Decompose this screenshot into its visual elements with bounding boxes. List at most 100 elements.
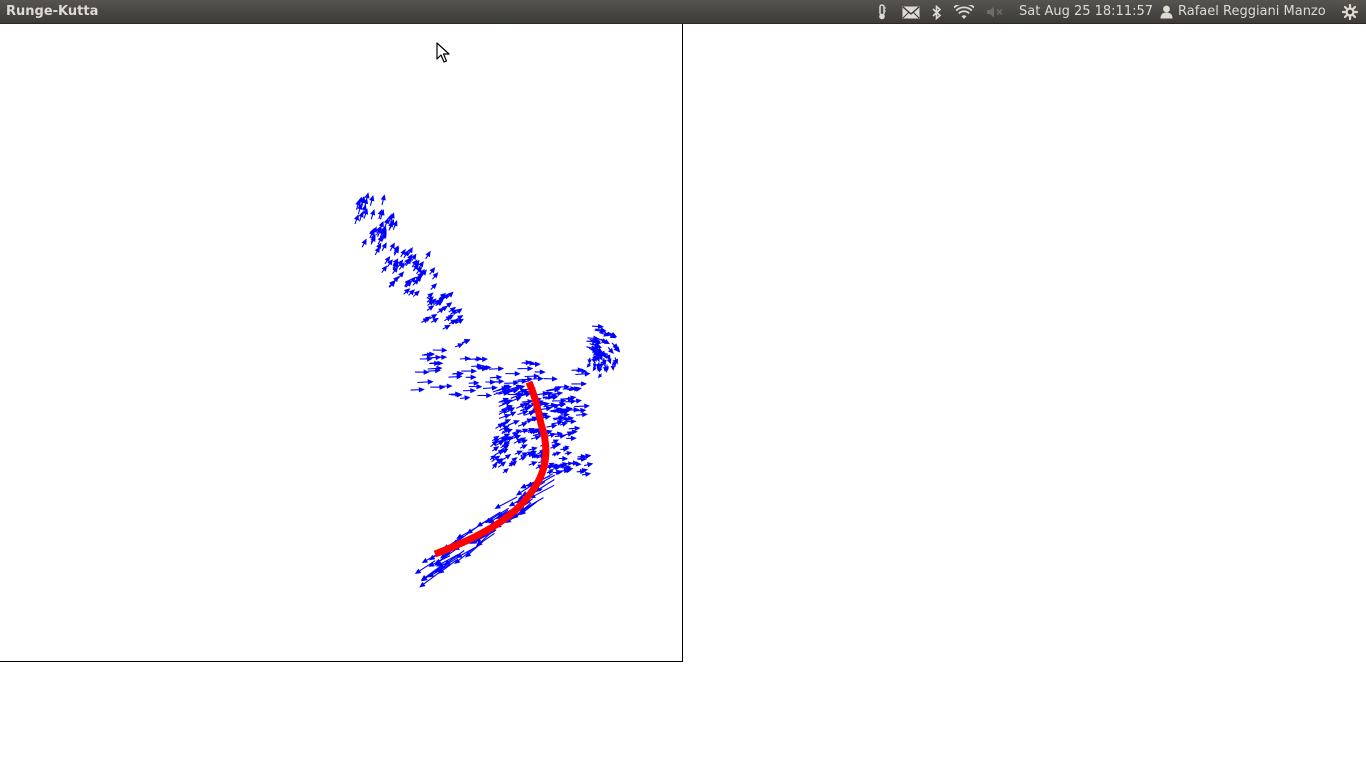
vector-arrow [494, 496, 518, 509]
vector-arrow [586, 363, 591, 368]
vector-arrow [534, 369, 546, 375]
vector-arrow [465, 374, 477, 380]
vector-arrow [524, 373, 540, 379]
vector-arrow [461, 368, 478, 374]
vector-arrow [592, 361, 597, 369]
vector-arrow [530, 435, 542, 441]
vector-arrow [436, 307, 445, 314]
vector-arrow [363, 208, 369, 219]
vector-arrow [426, 305, 435, 311]
vector-arrow [412, 290, 420, 297]
vector-arrow [505, 371, 521, 377]
vector-arrow [369, 195, 375, 206]
user-name[interactable]: Rafael Reggiani Manzo [1178, 4, 1326, 19]
vector-arrow [517, 422, 528, 427]
vector-arrow [377, 235, 383, 245]
thermometer-icon[interactable] [873, 0, 891, 24]
mouse-cursor-icon [436, 42, 450, 63]
vector-arrow [546, 423, 558, 429]
plot-canvas [354, 192, 621, 588]
vector-arrow [607, 346, 614, 355]
top-panel: Runge-Kutta Sat Aug 25 18:11:57 Rafael R… [0, 0, 1366, 24]
vector-arrow [604, 364, 610, 372]
vector-arrow [568, 425, 581, 432]
vector-arrow [442, 324, 451, 331]
vector-arrow [389, 242, 395, 252]
user-icon[interactable] [1158, 0, 1174, 24]
vector-arrow [397, 271, 405, 279]
vector-arrow [574, 403, 591, 409]
vector-arrow [576, 411, 589, 418]
vector-arrow [519, 444, 528, 450]
vector-arrow [503, 453, 512, 460]
vector-arrow [383, 217, 389, 228]
vector-arrow [477, 392, 493, 399]
vector-arrow [489, 374, 503, 380]
wifi-icon[interactable] [952, 0, 976, 24]
vector-arrow [430, 283, 438, 290]
vector-arrow [381, 242, 387, 251]
vector-arrow [543, 376, 558, 382]
vector-arrow [427, 365, 443, 372]
vector-arrow [370, 209, 376, 220]
vector-arrow [498, 413, 511, 420]
clock[interactable]: Sat Aug 25 18:11:57 [1019, 4, 1153, 19]
vector-arrow [564, 450, 573, 456]
vector-arrow [519, 406, 531, 412]
vector-arrow [468, 383, 483, 390]
vector-arrow [361, 238, 367, 248]
vector-arrow [546, 470, 554, 475]
vector-arrow [432, 272, 439, 280]
power-gear-icon[interactable] [1339, 0, 1361, 24]
vector-arrow [403, 288, 411, 295]
vector-arrow [463, 387, 477, 394]
vector-arrow [583, 462, 594, 468]
vector-arrow [558, 455, 569, 462]
vector-arrow [502, 468, 509, 474]
vector-arrow [430, 317, 439, 324]
app-title[interactable]: Runge-Kutta [6, 4, 98, 19]
vector-arrow [388, 220, 393, 231]
vector-arrow [528, 446, 538, 452]
vector-arrow [492, 438, 500, 444]
vector-arrow [517, 410, 529, 416]
vector-arrow [460, 395, 471, 401]
vector-arrow [454, 343, 464, 349]
runge-kutta-window [0, 24, 683, 662]
vector-arrow [408, 289, 415, 296]
vector-arrow [519, 456, 527, 461]
vector-arrow [358, 211, 364, 222]
vector-arrow [528, 461, 538, 467]
vector-arrow [374, 246, 381, 256]
vector-arrow [514, 450, 523, 456]
vector-arrow [504, 380, 520, 386]
vector-arrow [517, 365, 534, 372]
vector-arrow [507, 420, 520, 426]
vector-arrow [417, 379, 434, 385]
vector-arrow [591, 323, 604, 330]
vector-arrow [444, 302, 453, 309]
bluetooth-icon[interactable] [929, 0, 945, 24]
vector-arrow [571, 381, 588, 387]
vector-arrow [566, 435, 577, 441]
vector-arrow [491, 462, 498, 469]
vector-arrow [482, 385, 498, 391]
mail-icon[interactable] [900, 0, 922, 24]
vector-arrow [414, 369, 430, 375]
vector-arrow [380, 194, 386, 206]
vector-arrow [410, 387, 425, 393]
vector-arrow [551, 452, 559, 457]
vector-arrow [425, 250, 431, 260]
vector-arrow [563, 431, 574, 437]
vector-arrow [551, 420, 564, 426]
vector-arrow [491, 446, 500, 452]
vector-arrow [430, 384, 446, 390]
vector-arrow [429, 267, 436, 275]
vector-arrow [598, 373, 603, 379]
volume-muted-icon[interactable] [984, 0, 1006, 24]
vector-arrow [354, 214, 360, 225]
vector-arrow [467, 356, 483, 362]
vector-arrow [461, 339, 471, 344]
vector-arrow [381, 265, 388, 274]
vector-arrow [587, 357, 592, 365]
